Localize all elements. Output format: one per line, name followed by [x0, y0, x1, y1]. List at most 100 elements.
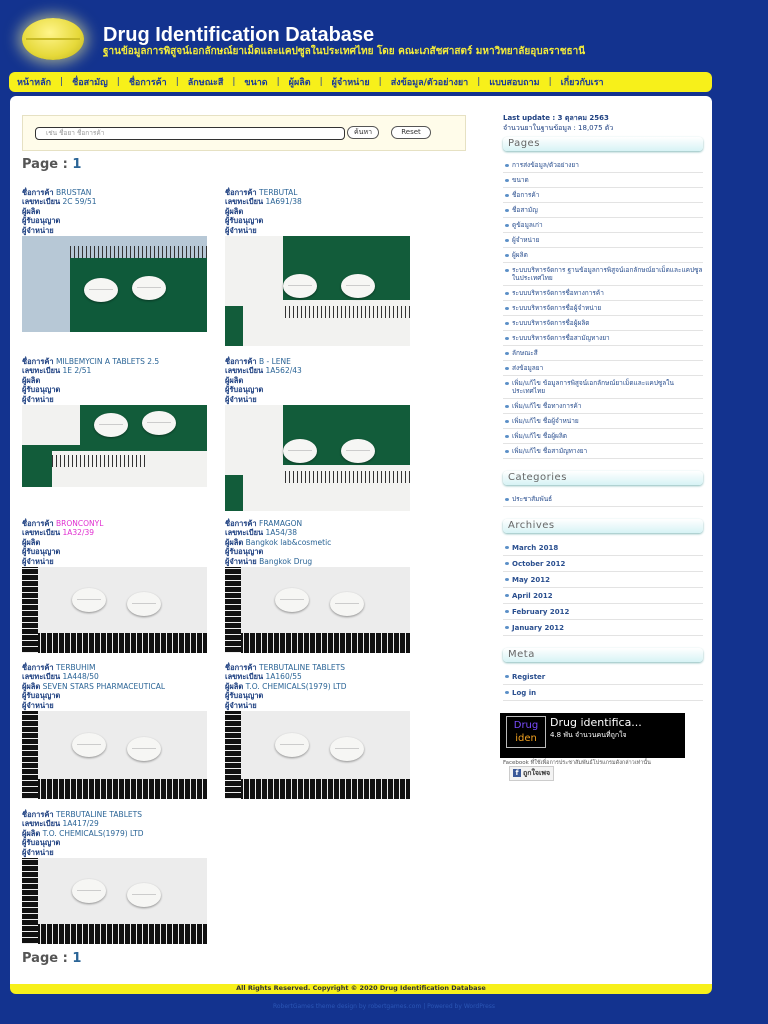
- archives-title: Archives: [503, 519, 703, 533]
- nav-separator: |: [232, 77, 236, 87]
- drug-maker: ผู้ผลิต: [225, 206, 244, 216]
- drug-trade: ชื่อการค้า B - LENE: [225, 357, 291, 366]
- archives-list: March 2018 October 2012 May 2012 April 2012…: [503, 540, 703, 636]
- drug-photo[interactable]: [225, 567, 410, 653]
- drug-licensee: ผู้รับอนุญาต: [225, 216, 264, 226]
- drug-item: ชื่อการค้า MILBEMYCIN A TABLETS 2.5 เลขทะ…: [22, 357, 212, 487]
- sidebar-page-link[interactable]: เพิ่ม/แก้ไข ชื่อทางการค้า: [503, 399, 703, 414]
- sidebar: Last update : 3 ตุลาคม 2563 จำนวนยาในฐาน…: [500, 113, 703, 783]
- sidebar-archive-link[interactable]: October 2012: [503, 556, 703, 572]
- drug-item: ชื่อการค้า B - LENE เลขทะเบียน 1A562/43 ผู…: [225, 357, 415, 511]
- facebook-likes: 4.8 พัน จำนวนคนที่ถูกใจ: [550, 731, 627, 739]
- sidebar-page-link[interactable]: ชื่อสามัญ: [503, 203, 703, 218]
- pager-current[interactable]: 1: [72, 951, 81, 966]
- drug-photo[interactable]: [22, 711, 207, 799]
- nav-separator: |: [319, 77, 323, 87]
- drug-item: ชื่อการค้า BRONCONYL เลขทะเบียน 1A32/39 ผู…: [22, 519, 212, 653]
- drug-photo[interactable]: [22, 405, 207, 487]
- sidebar-archive-link[interactable]: January 2012: [503, 620, 703, 636]
- facebook-like-button[interactable]: f ถูกใจเพจ: [509, 766, 555, 781]
- drug-maker: ผู้ผลิต Bangkok lab&cosmetic: [225, 537, 332, 547]
- nav-item[interactable]: ผู้ผลิต: [289, 75, 311, 89]
- drug-licensee: ผู้รับอนุญาต: [22, 216, 61, 226]
- pager-label: Page :: [22, 157, 68, 172]
- sidebar-page-link[interactable]: เพิ่ม/แก้ไข ชื่อสามัญทางยา: [503, 444, 703, 459]
- nav-item[interactable]: เกี่ยวกับเรา: [561, 75, 604, 89]
- sidebar-page-link[interactable]: ลักษณะสี: [503, 346, 703, 361]
- nav-separator: |: [378, 77, 382, 87]
- drug-licensee: ผู้รับอนุญาต: [225, 385, 264, 395]
- drug-photo[interactable]: [22, 858, 207, 944]
- nav-item[interactable]: ขนาด: [244, 75, 267, 89]
- drug-trade: ชื่อการค้า BRONCONYL: [22, 519, 104, 528]
- sidebar-page-link[interactable]: ระบบบริหารจัดการชื่อทางการค้า: [503, 286, 703, 301]
- drug-trade: ชื่อการค้า MILBEMYCIN A TABLETS 2.5: [22, 357, 160, 366]
- reset-button[interactable]: Reset: [391, 126, 431, 139]
- pager-label: Page :: [22, 951, 68, 966]
- facebook-widget: Drug iden Drug identifica... 4.8 พัน จำนว…: [500, 713, 703, 783]
- drug-reg: เลขทะเบียน 1A691/38: [225, 197, 302, 207]
- sidebar-page-link[interactable]: ชื่อการค้า: [503, 188, 703, 203]
- sidebar-page-link[interactable]: ส่งข้อมูลยา: [503, 361, 703, 376]
- sidebar-archive-link[interactable]: April 2012: [503, 588, 703, 604]
- nav-item[interactable]: ลักษณะสี: [188, 75, 224, 89]
- drug-reg: เลขทะเบียน 1A562/43: [225, 366, 302, 376]
- sidebar-page-link[interactable]: การส่งข้อมูล/ตัวอย่างยา: [503, 158, 703, 173]
- drug-licensee: ผู้รับอนุญาต: [22, 691, 61, 701]
- drug-distributor: ผู้จำหน่าย: [225, 225, 257, 235]
- facebook-page-logo: Drug iden: [506, 716, 546, 748]
- sidebar-page-link[interactable]: ระบบบริหารจัดการชื่อผู้ผลิต: [503, 316, 703, 331]
- drug-trade: ชื่อการค้า FRAMAGON: [225, 519, 303, 528]
- pager-current[interactable]: 1: [72, 157, 81, 172]
- drug-photo[interactable]: [22, 236, 207, 332]
- sidebar-page-link[interactable]: ขนาด: [503, 173, 703, 188]
- drug-trade: ชื่อการค้า TERBUTALINE TABLETS: [22, 810, 142, 819]
- last-update: Last update : 3 ตุลาคม 2563: [503, 114, 609, 122]
- search-form: เช่น ชื่อยา ชื่อการค้า ค้นหา Reset: [22, 115, 466, 151]
- nav-separator: |: [175, 77, 179, 87]
- nav-item[interactable]: ชื่อการค้า: [129, 75, 167, 89]
- sidebar-page-link[interactable]: ระบบบริหารจัดการชื่อผู้จำหน่าย: [503, 301, 703, 316]
- search-button[interactable]: ค้นหา: [347, 126, 379, 139]
- sidebar-archive-link[interactable]: May 2012: [503, 572, 703, 588]
- search-input[interactable]: เช่น ชื่อยา ชื่อการค้า: [35, 127, 345, 140]
- drug-distributor: ผู้จำหน่าย: [22, 225, 54, 235]
- sidebar-page-link[interactable]: เพิ่ม/แก้ไข ข้อมูลการพิสูจน์เอกลักษณ์ยาเ…: [503, 376, 703, 399]
- nav-item[interactable]: แบบสอบถาม: [489, 75, 539, 89]
- sidebar-page-link[interactable]: เพิ่ม/แก้ไข ชื่อผู้ผลิต: [503, 429, 703, 444]
- sidebar-meta-link[interactable]: Log in: [503, 685, 703, 701]
- sidebar-page-link[interactable]: เพิ่ม/แก้ไข ชื่อผู้จำหน่าย: [503, 414, 703, 429]
- drug-item: ชื่อการค้า FRAMAGON เลขทะเบียน 1A54/38 ผู้…: [225, 519, 415, 653]
- drug-licensee: ผู้รับอนุญาต: [22, 547, 61, 557]
- drug-distributor: ผู้จำหน่าย: [225, 394, 257, 404]
- footer-credits[interactable]: RobertGames theme design by robertgames.…: [0, 1003, 768, 1010]
- facebook-icon: f: [513, 769, 521, 777]
- sidebar-category-link[interactable]: ประชาสัมพันธ์: [503, 492, 703, 507]
- main-nav: หน้าหลัก | ชื่อสามัญ | ชื่อการค้า | ลักษณะสี | ข…: [9, 72, 712, 92]
- sidebar-page-link[interactable]: ดูข้อมูลเก่า: [503, 218, 703, 233]
- nav-item[interactable]: ผู้จำหน่าย: [332, 75, 370, 89]
- facebook-page-box[interactable]: Drug iden Drug identifica... 4.8 พัน จำนว…: [500, 713, 685, 758]
- drug-photo[interactable]: [225, 236, 410, 346]
- sidebar-meta-link[interactable]: Register: [503, 669, 703, 685]
- sidebar-page-link[interactable]: ระบบบริหารจัดการ ฐานข้อมูลการพิสูจน์เอกล…: [503, 263, 703, 286]
- sidebar-page-link[interactable]: ระบบบริหารจัดการชื่อสามัญทางยา: [503, 331, 703, 346]
- meta-title: Meta: [503, 648, 703, 662]
- sidebar-page-link[interactable]: ผู้ผลิต: [503, 248, 703, 263]
- drug-photo[interactable]: [225, 711, 410, 799]
- nav-item[interactable]: ชื่อสามัญ: [72, 75, 108, 89]
- sidebar-page-link[interactable]: ผู้จำหน่าย: [503, 233, 703, 248]
- facebook-page-name[interactable]: Drug identifica...: [550, 716, 642, 729]
- nav-separator: |: [60, 77, 64, 87]
- drug-licensee: ผู้รับอนุญาต: [225, 547, 264, 557]
- sidebar-archive-link[interactable]: February 2012: [503, 604, 703, 620]
- drug-photo[interactable]: [225, 405, 410, 511]
- nav-item[interactable]: ส่งข้อมูล/ตัวอย่างยา: [391, 75, 469, 89]
- sidebar-archive-link[interactable]: March 2018: [503, 540, 703, 556]
- drug-photo[interactable]: [22, 567, 207, 653]
- drug-item: ชื่อการค้า TERBUTALINE TABLETS เลขทะเบียน…: [22, 810, 212, 944]
- footer-copyright: All Rights Reserved. Copyright © 2020 Dr…: [10, 984, 712, 994]
- nav-item[interactable]: หน้าหลัก: [17, 75, 51, 89]
- drug-reg: เลขทะเบียน 1A54/38: [225, 528, 298, 538]
- categories-list: ประชาสัมพันธ์: [503, 492, 703, 507]
